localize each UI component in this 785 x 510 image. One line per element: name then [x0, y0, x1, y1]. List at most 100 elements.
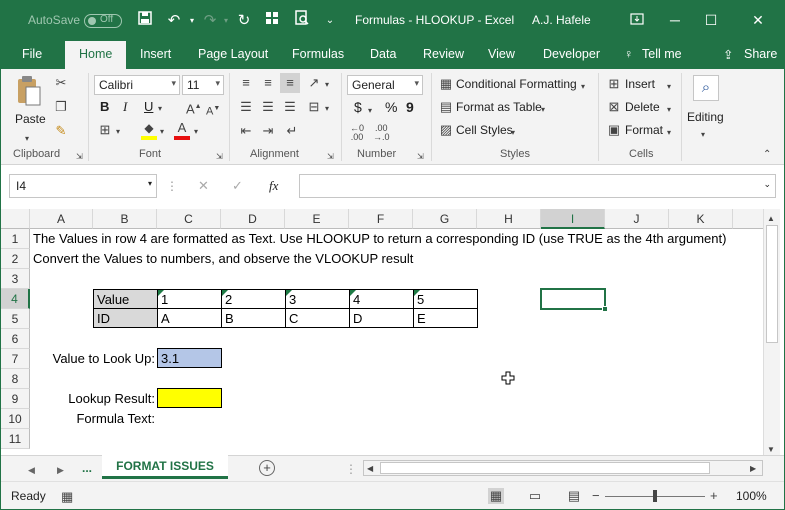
- number-launcher-icon[interactable]: ⇲: [417, 149, 424, 165]
- collapse-ribbon-icon[interactable]: ⌃: [763, 147, 771, 163]
- normal-view-icon[interactable]: ▦: [488, 488, 504, 504]
- tab-formulas[interactable]: Formulas: [292, 47, 344, 61]
- minimize-icon[interactable]: ─: [663, 9, 687, 31]
- add-sheet-icon[interactable]: +: [259, 460, 275, 476]
- row-header-3[interactable]: 3: [1, 269, 30, 289]
- horizontal-scrollbar[interactable]: ◀ ▶: [363, 460, 763, 476]
- save-icon[interactable]: [134, 10, 156, 32]
- copy-icon[interactable]: ❐: [53, 99, 69, 115]
- align-left-icon[interactable]: ☰: [237, 99, 255, 115]
- cell-b7[interactable]: Value to Look Up:: [30, 349, 157, 369]
- maximize-icon[interactable]: ☐: [699, 9, 723, 31]
- scroll-left-icon[interactable]: ◀: [367, 461, 373, 477]
- tab-file[interactable]: File: [22, 47, 42, 61]
- row-header-11[interactable]: 11: [1, 429, 30, 449]
- clipboard-launcher-icon[interactable]: ⇲: [76, 149, 83, 165]
- zoom-level[interactable]: 100%: [736, 489, 767, 503]
- ribbon-display-icon[interactable]: [625, 9, 649, 31]
- center-icon[interactable]: ☰: [259, 99, 277, 115]
- vertical-scrollbar[interactable]: ▲ ▼: [763, 209, 780, 455]
- search-icon[interactable]: ⌕: [693, 75, 719, 101]
- cell-c5[interactable]: A: [157, 308, 222, 328]
- tab-review[interactable]: Review: [423, 47, 464, 61]
- split-handle-icon[interactable]: ⋮: [345, 461, 357, 477]
- tab-home[interactable]: Home: [65, 41, 127, 69]
- tab-developer[interactable]: Developer: [543, 47, 600, 61]
- column-header-j[interactable]: J: [605, 209, 669, 229]
- formula-input[interactable]: ⌄: [299, 174, 776, 198]
- cell-b10[interactable]: Formula Text:: [30, 409, 157, 429]
- cell-b4[interactable]: Value: [93, 289, 158, 309]
- row-header-1[interactable]: 1: [1, 229, 30, 249]
- paste-label[interactable]: Paste: [15, 112, 46, 126]
- align-right-icon[interactable]: ☰: [281, 99, 299, 115]
- currency-button[interactable]: $: [354, 99, 362, 115]
- bottom-align-icon[interactable]: ≡: [280, 73, 300, 93]
- column-header-f[interactable]: F: [349, 209, 413, 229]
- form-icon[interactable]: [261, 10, 283, 32]
- cell-e4[interactable]: 3: [285, 289, 350, 309]
- editing-button[interactable]: Editing: [687, 110, 724, 124]
- format-as-table-button[interactable]: Format as Table: [456, 100, 542, 114]
- conditional-formatting-button[interactable]: Conditional Formatting: [456, 77, 577, 91]
- page-break-view-icon[interactable]: ▤: [566, 488, 582, 504]
- name-box[interactable]: I4 ▾: [9, 174, 157, 198]
- column-header-e[interactable]: E: [285, 209, 349, 229]
- middle-align-icon[interactable]: ≡: [259, 75, 277, 91]
- cell-b5[interactable]: ID: [93, 308, 158, 328]
- insert-function-button[interactable]: fx: [269, 178, 278, 194]
- cell-c7[interactable]: 3.1: [157, 348, 222, 368]
- cell-f4[interactable]: 4: [349, 289, 414, 309]
- column-header-i[interactable]: I: [541, 209, 605, 229]
- zoom-out-icon[interactable]: −: [592, 488, 600, 504]
- active-cell-i4[interactable]: [540, 288, 608, 312]
- autosave-toggle[interactable]: Off: [84, 14, 122, 28]
- merge-center-icon[interactable]: ⊟: [305, 99, 323, 115]
- h-scroll-thumb[interactable]: [380, 462, 710, 474]
- column-header-c[interactable]: C: [157, 209, 221, 229]
- borders-icon[interactable]: ⊞: [97, 122, 113, 138]
- column-header-d[interactable]: D: [221, 209, 285, 229]
- refresh-icon[interactable]: ↻: [233, 10, 255, 32]
- worksheet-grid[interactable]: A B C D E F G H I J K 1 2 3 4 5 6 7 8 9 …: [1, 209, 763, 455]
- top-align-icon[interactable]: ≡: [237, 75, 255, 91]
- cut-icon[interactable]: ✂: [53, 75, 69, 91]
- share-button[interactable]: Share: [744, 47, 777, 61]
- column-header-l[interactable]: [733, 209, 763, 229]
- column-header-h[interactable]: H: [477, 209, 541, 229]
- cell-styles-button[interactable]: Cell Styles: [456, 123, 513, 137]
- cell-c9[interactable]: [157, 388, 222, 408]
- increase-decimal-icon[interactable]: ←0.00: [350, 124, 364, 142]
- more-sheets-button[interactable]: ...: [82, 461, 92, 475]
- zoom-in-icon[interactable]: +: [710, 488, 718, 504]
- page-layout-view-icon[interactable]: ▭: [527, 488, 543, 504]
- italic-button[interactable]: I: [123, 99, 127, 115]
- currency-dropdown-icon[interactable]: ▾: [368, 103, 372, 119]
- cell-e5[interactable]: C: [285, 308, 350, 328]
- font-color-dropdown-icon[interactable]: ▾: [194, 124, 198, 140]
- tab-page-layout[interactable]: Page Layout: [198, 47, 268, 61]
- editing-dropdown-icon[interactable]: ▾: [701, 127, 705, 143]
- underline-button[interactable]: U: [144, 99, 153, 114]
- select-all-corner[interactable]: [1, 209, 30, 229]
- cell-a2[interactable]: Convert the Values to numbers, and obser…: [30, 249, 413, 269]
- row-header-7[interactable]: 7: [1, 349, 30, 369]
- row-header-9[interactable]: 9: [1, 389, 30, 409]
- fill-color-dropdown-icon[interactable]: ▾: [160, 124, 164, 140]
- wrap-text-icon[interactable]: ↵: [283, 123, 301, 139]
- tab-insert[interactable]: Insert: [140, 47, 171, 61]
- enter-icon[interactable]: ✓: [232, 178, 243, 194]
- tell-me-search[interactable]: Tell me: [642, 47, 682, 61]
- zoom-slider-thumb[interactable]: [653, 490, 657, 502]
- orientation-icon[interactable]: ↗: [305, 75, 323, 91]
- column-header-b[interactable]: B: [93, 209, 157, 229]
- scroll-right-icon[interactable]: ▶: [750, 461, 756, 477]
- increase-indent-icon[interactable]: ⇥: [259, 123, 277, 139]
- column-header-a[interactable]: A: [30, 209, 93, 229]
- row-header-8[interactable]: 8: [1, 369, 30, 389]
- row-header-4[interactable]: 4: [1, 289, 30, 309]
- increase-font-icon[interactable]: A▲: [186, 99, 202, 117]
- format-painter-icon[interactable]: ✎: [53, 123, 69, 139]
- sheet-tab-format-issues[interactable]: FORMAT ISSUES: [102, 455, 228, 479]
- column-header-g[interactable]: G: [413, 209, 477, 229]
